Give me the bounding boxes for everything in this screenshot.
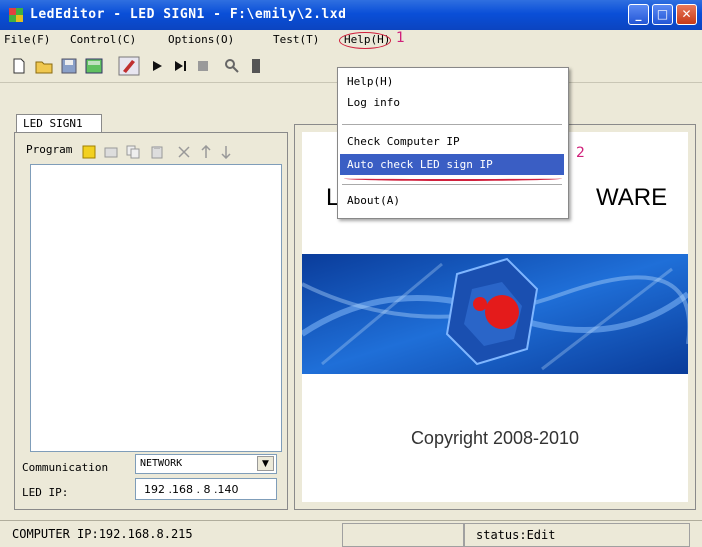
communication-label: Communication bbox=[22, 461, 109, 474]
splash-banner-image bbox=[302, 254, 688, 374]
menu-item-help[interactable]: Help(H) bbox=[347, 75, 393, 88]
add-area-icon[interactable] bbox=[104, 145, 118, 159]
window-title: LedEditor - LED SIGN1 - F:\emily\2.lxd bbox=[30, 7, 347, 22]
brand-text-right: WARE bbox=[596, 184, 668, 211]
status-computer-ip: COMPUTER IP:192.168.8.215 bbox=[12, 527, 193, 541]
minimize-button[interactable]: _ bbox=[628, 4, 649, 25]
new-icon[interactable] bbox=[10, 57, 28, 75]
menu-item-check-computer-ip[interactable]: Check Computer IP bbox=[347, 135, 460, 148]
move-up-icon[interactable] bbox=[200, 145, 212, 159]
chevron-down-icon[interactable]: ▼ bbox=[257, 456, 274, 471]
program-list[interactable] bbox=[30, 164, 282, 452]
menu-item-log-info[interactable]: Log info bbox=[347, 96, 400, 109]
copy-icon[interactable] bbox=[126, 145, 140, 159]
maximize-button[interactable]: □ bbox=[652, 4, 673, 25]
tab-led-sign[interactable]: LED SIGN1 bbox=[16, 114, 102, 132]
stop-icon[interactable] bbox=[196, 59, 210, 73]
menu-test[interactable]: Test(T) bbox=[273, 33, 319, 46]
status-panel-middle bbox=[342, 523, 464, 547]
menu-item-auto-check-led-sign-ip[interactable]: Auto check LED sign IP bbox=[347, 158, 493, 171]
auto-check-annotation-underline bbox=[344, 176, 562, 181]
communication-value: NETWORK bbox=[140, 458, 183, 469]
menu-separator bbox=[342, 124, 562, 125]
move-down-icon[interactable] bbox=[220, 145, 232, 159]
add-program-icon[interactable] bbox=[82, 145, 96, 159]
menu-item-about[interactable]: About(A) bbox=[347, 194, 400, 207]
help-annotation-circle bbox=[339, 32, 391, 49]
app-icon bbox=[9, 8, 23, 22]
delete-icon[interactable] bbox=[178, 146, 190, 158]
status-text: status:Edit bbox=[476, 528, 556, 542]
preview-icon[interactable] bbox=[250, 58, 262, 74]
program-icon[interactable] bbox=[84, 57, 104, 75]
led-ip-label: LED IP: bbox=[22, 486, 69, 499]
save-icon[interactable] bbox=[60, 57, 78, 75]
play-step-icon[interactable] bbox=[172, 59, 188, 73]
paste-icon[interactable] bbox=[150, 145, 164, 159]
copyright-text: Copyright 2008-2010 bbox=[410, 428, 580, 448]
led-ip-value: 192 .168 . 8 .140 bbox=[144, 483, 239, 496]
close-button[interactable]: ✕ bbox=[676, 4, 697, 25]
zoom-icon[interactable] bbox=[224, 58, 240, 74]
play-icon[interactable] bbox=[150, 59, 164, 73]
menu-file[interactable]: File(F) bbox=[4, 33, 50, 46]
menu-control[interactable]: Control(C) bbox=[70, 33, 136, 46]
menu-options[interactable]: Options(O) bbox=[168, 33, 234, 46]
open-icon[interactable] bbox=[34, 57, 54, 75]
program-label: Program bbox=[26, 143, 73, 156]
edit-icon[interactable] bbox=[118, 56, 140, 76]
annotation-2: 2 bbox=[576, 145, 585, 161]
annotation-1: 1 bbox=[396, 30, 405, 46]
menu-separator bbox=[342, 184, 562, 185]
